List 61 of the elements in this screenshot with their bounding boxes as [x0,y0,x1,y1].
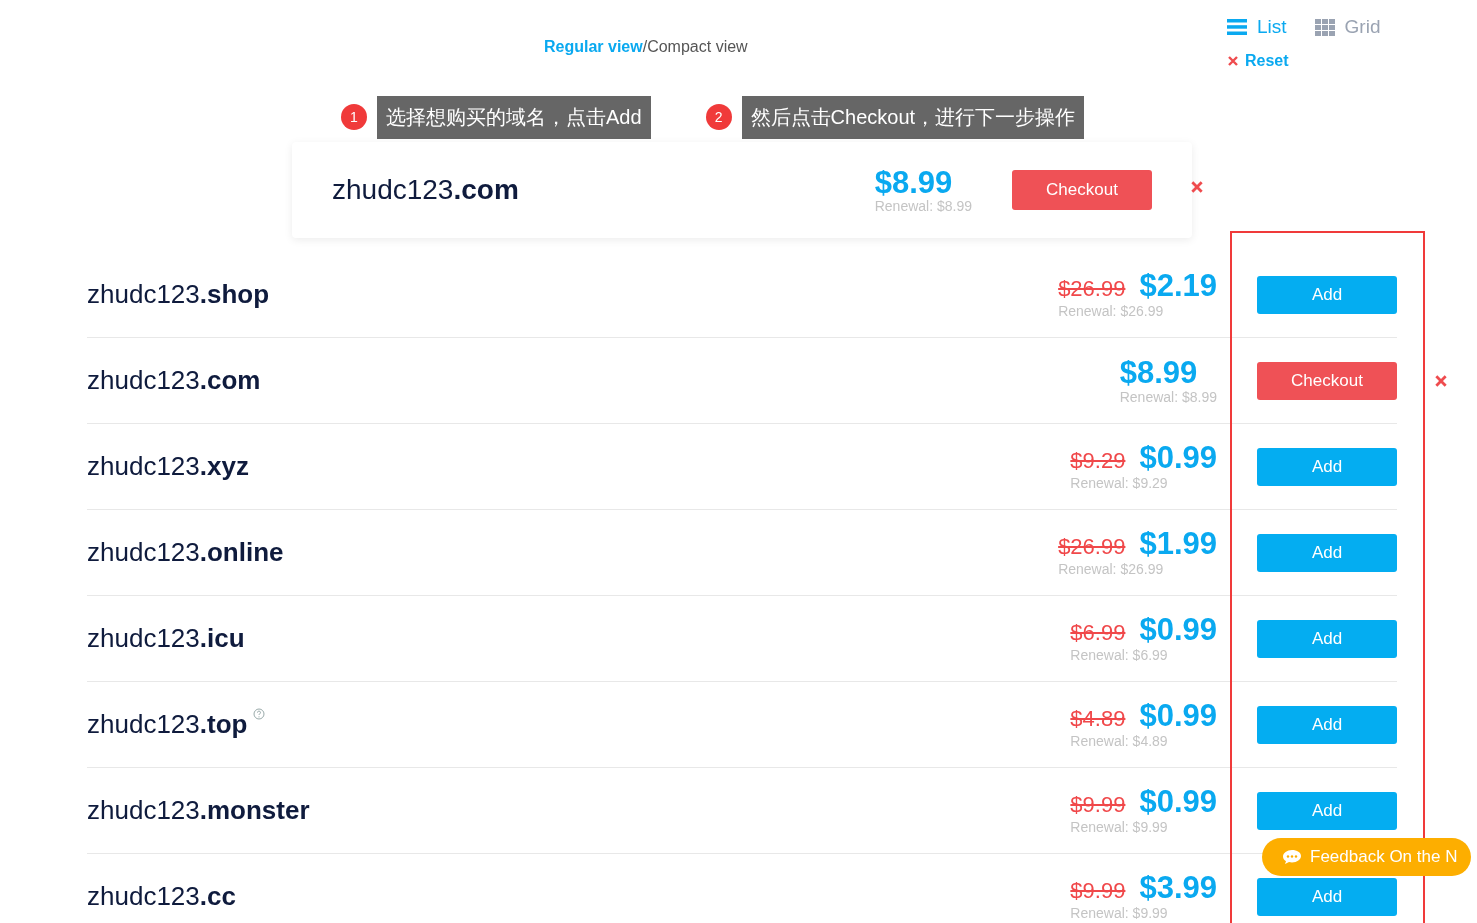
domain-name: zhudc123.com [332,174,519,206]
renewal-price: Renewal: $4.89 [1070,733,1168,749]
original-price: $4.89 [1070,706,1126,732]
add-button[interactable]: Add [1257,447,1397,486]
sale-price: $8.99 [1119,356,1198,388]
renewal-price: Renewal: $8.99 [1119,388,1217,405]
view-tab[interactable]: Compact view [647,38,748,58]
sale-price: $0.99 [1139,786,1217,817]
domain-name: zhudc123.monster [87,795,310,826]
list-icon [1227,19,1247,35]
sale-price: $0.99 [1139,614,1217,645]
checkout-button[interactable]: Checkout [1257,361,1397,400]
remove-icon[interactable] [1434,374,1448,388]
close-icon [1227,55,1239,67]
step-number-badge: 1 [341,104,367,130]
checkout-button[interactable]: Checkout [1012,170,1152,210]
renewal-price: Renewal: $26.99 [1058,303,1164,319]
domain-name: zhudc123.online [87,537,284,568]
renewal-price: Renewal: $26.99 [1058,561,1164,577]
original-price: $26.99 [1058,534,1126,560]
original-price: $6.99 [1070,620,1126,646]
feedback-button[interactable]: Feedback On the N [1262,838,1472,876]
domain-name: zhudc123.shop [87,279,270,310]
original-price: $9.99 [1070,878,1126,904]
renewal-price: Renewal: $9.99 [1070,819,1168,835]
separator: / [642,38,648,57]
renewal-price: Renewal: $6.99 [1070,647,1168,663]
sale-price: $8.99 [874,166,954,198]
original-price: $9.29 [1070,448,1126,474]
domain-name: zhudc123.icu [87,623,245,654]
sale-price: $0.99 [1139,442,1217,473]
grid-icon [1314,18,1335,36]
domain-name: zhudc123.cc [87,881,236,912]
add-button[interactable]: Add [1257,791,1397,830]
step-number-badge: 2 [705,104,732,130]
grid-view-option[interactable]: Grid [1314,16,1381,38]
domain-name: zhudc123.top [87,709,248,740]
renewal-price: Renewal: $9.99 [1070,905,1168,921]
chat-bubble-icon [1282,849,1302,865]
sale-price: $3.99 [1139,872,1217,903]
sale-price: $2.19 [1139,270,1217,301]
domain-name: zhudc123.com [87,365,261,396]
original-price: $9.99 [1070,792,1126,818]
remove-icon[interactable] [1190,180,1204,194]
renewal-price: Renewal: $9.29 [1070,475,1168,491]
view-tab[interactable]: Regular view [544,38,643,58]
add-button[interactable]: Add [1257,275,1397,314]
renewal-price: Renewal: $8.99 [874,197,972,214]
list-view-option[interactable]: List [1227,16,1287,38]
original-price: $26.99 [1058,276,1126,302]
add-button[interactable]: Add [1257,533,1397,572]
domain-name: zhudc123.xyz [87,451,249,482]
add-button[interactable]: Add [1257,619,1397,658]
add-button[interactable]: Add [1257,705,1397,744]
sale-price: $0.99 [1139,700,1217,731]
reset-link[interactable]: Reset [1227,52,1289,70]
add-button[interactable]: Add [1257,877,1397,916]
help-icon[interactable] [253,708,266,720]
instruction-tooltip: 然后点击Checkout，进行下一步操作 [741,95,1085,139]
sale-price: $1.99 [1139,528,1217,559]
instruction-tooltip: 选择想购买的域名，点击Add [377,95,651,139]
